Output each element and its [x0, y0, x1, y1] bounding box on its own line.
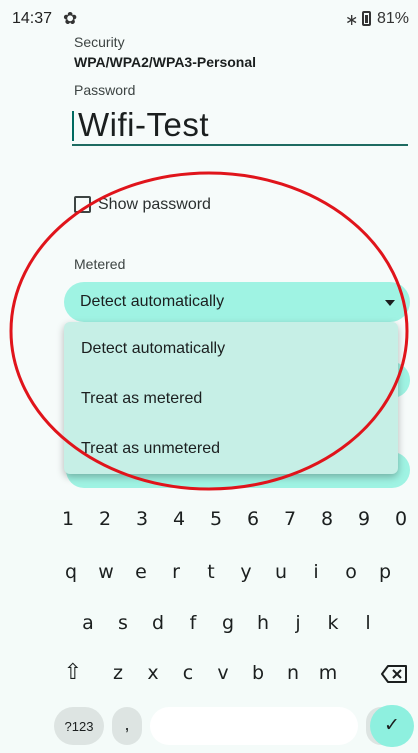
- key-a[interactable]: a: [71, 612, 105, 634]
- key-7[interactable]: 7: [275, 508, 305, 530]
- key-g[interactable]: g: [211, 612, 245, 634]
- key-h[interactable]: h: [246, 612, 280, 634]
- key-n[interactable]: n: [276, 662, 310, 684]
- annotation-ellipse: [9, 171, 409, 491]
- key-o[interactable]: o: [334, 561, 368, 583]
- key-z[interactable]: z: [101, 662, 135, 684]
- key-1[interactable]: 1: [53, 508, 83, 530]
- comma-key-label: ,: [124, 714, 130, 734]
- key-i[interactable]: i: [299, 561, 333, 583]
- password-value: Wifi-Test: [78, 106, 209, 143]
- key-x[interactable]: x: [136, 662, 170, 684]
- key-e[interactable]: e: [124, 561, 158, 583]
- key-2[interactable]: 2: [90, 508, 120, 530]
- shift-key[interactable]: ⇧: [58, 660, 88, 685]
- key-4[interactable]: 4: [164, 508, 194, 530]
- settings-gear-icon: ✿: [63, 9, 78, 28]
- key-l[interactable]: l: [351, 612, 385, 634]
- key-6[interactable]: 6: [238, 508, 268, 530]
- status-time: 14:37: [12, 10, 53, 27]
- key-t[interactable]: t: [194, 561, 228, 583]
- key-9[interactable]: 9: [349, 508, 379, 530]
- key-v[interactable]: v: [206, 662, 240, 684]
- key-m[interactable]: m: [311, 662, 345, 684]
- key-b[interactable]: b: [241, 662, 275, 684]
- battery-percent: 81%: [377, 10, 410, 27]
- key-q[interactable]: q: [54, 561, 88, 583]
- key-k[interactable]: k: [316, 612, 350, 634]
- key-f[interactable]: f: [176, 612, 210, 634]
- key-u[interactable]: u: [264, 561, 298, 583]
- backspace-icon[interactable]: [380, 664, 408, 684]
- password-label: Password: [74, 82, 136, 98]
- key-c[interactable]: c: [171, 662, 205, 684]
- key-0[interactable]: 0: [386, 508, 416, 530]
- key-5[interactable]: 5: [201, 508, 231, 530]
- key-y[interactable]: y: [229, 561, 263, 583]
- bluetooth-icon: ∗: [345, 12, 359, 29]
- space-key[interactable]: [150, 707, 358, 745]
- key-3[interactable]: 3: [127, 508, 157, 530]
- security-label: Security: [74, 34, 125, 50]
- key-r[interactable]: r: [159, 561, 193, 583]
- battery-icon: [362, 11, 371, 26]
- security-value: WPA/WPA2/WPA3-Personal: [74, 54, 257, 70]
- key-w[interactable]: w: [89, 561, 123, 583]
- key-j[interactable]: j: [281, 612, 315, 634]
- key-8[interactable]: 8: [312, 508, 342, 530]
- symbols-key-label: ?123: [64, 719, 94, 734]
- text-cursor: [72, 111, 74, 141]
- check-icon: ✓: [384, 715, 400, 736]
- key-s[interactable]: s: [106, 612, 140, 634]
- key-d[interactable]: d: [141, 612, 175, 634]
- key-p[interactable]: p: [368, 561, 402, 583]
